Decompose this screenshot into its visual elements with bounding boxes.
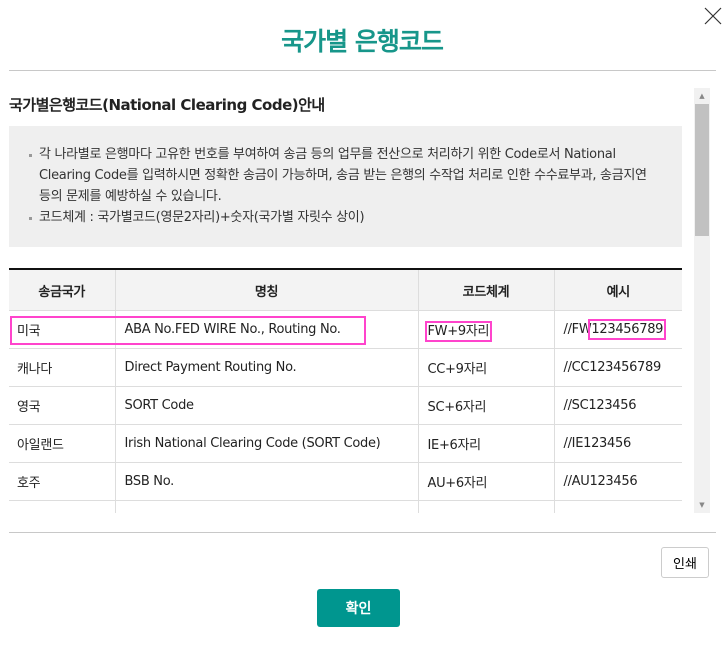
scroll-down-arrow-icon[interactable]: ▼	[694, 497, 710, 513]
clearing-code-table: 송금국가 명칭 코드체계 예시 미국 ABA No.FED WIRE No., R…	[9, 268, 682, 513]
cell-name: SORT Code	[114, 386, 418, 425]
cell-format: CC+9자리	[417, 348, 554, 387]
confirm-button[interactable]: 확인	[317, 589, 400, 627]
name-text: Direct Payment Routing No.	[124, 360, 297, 375]
table-row: 캐나다 Direct Payment Routing No. CC+9자리 //CC1…	[9, 348, 682, 387]
scroll-content[interactable]: 국가별은행코드(National Clearing Code)안내 각 나라별로…	[9, 88, 711, 513]
cell-example: //IE123456	[553, 424, 682, 463]
example-digits: 123456	[590, 512, 638, 513]
footer-divider	[9, 532, 716, 533]
example-prefix: //NZ	[564, 512, 591, 513]
cell-example: //AU123456	[553, 462, 682, 501]
info-item: 각 나라별로 은행마다 고유한 번호를 부여하여 송금 등의 업무를 전산으로 …	[29, 144, 662, 207]
example-prefix: //CC	[563, 360, 590, 375]
table-row: 호주 BSB No. AU+6자리 //AU123456	[9, 462, 682, 501]
cell-name: Irish National Clearing Code (SORT Code)	[114, 424, 418, 463]
cell-name: Direct Payment Routing No.	[114, 348, 418, 387]
country-text: 호주	[17, 476, 41, 491]
page-title: 국가별 은행코드	[281, 27, 444, 56]
country-text: 영국	[17, 400, 41, 415]
cell-example: //CC123456789	[553, 348, 682, 387]
country-text: 캐나다	[17, 362, 52, 377]
close-icon	[704, 7, 722, 25]
info-box: 각 나라별로 은행마다 고유한 번호를 부여하여 송금 등의 업무를 전산으로 …	[9, 126, 682, 247]
country-text: 미국	[17, 324, 41, 339]
cell-name: BSB No.	[114, 462, 418, 501]
cell-country: 캐나다	[9, 348, 115, 387]
example-digits: 123456	[588, 398, 637, 413]
example-digits: 123456789	[589, 360, 661, 375]
scrollbar-thumb[interactable]	[695, 104, 709, 236]
format-text: FW+9자리	[424, 321, 493, 342]
scrollbar[interactable]: ▲ ▼	[694, 88, 710, 513]
format-text: IE+6자리	[427, 438, 482, 453]
cell-example: //FW123456789	[553, 310, 682, 349]
name-text: National Clearing Code	[125, 512, 269, 513]
country-text: 아일랜드	[17, 438, 64, 453]
cell-country: 아일랜드	[9, 424, 115, 463]
table-row: 아일랜드 Irish National Clearing Code (SORT C…	[9, 424, 682, 463]
print-button[interactable]: 인쇄	[661, 547, 709, 578]
header-format: 코드체계	[417, 268, 554, 311]
example-digits: 123456	[589, 474, 638, 489]
cell-country: 미국	[9, 310, 366, 349]
cell-example: //SC123456	[553, 386, 682, 425]
example-prefix: //IE	[563, 436, 584, 451]
info-item: 코드체계 : 국가별코드(영문2자리)+숫자(국가별 자릿수 상이)	[29, 207, 662, 228]
cell-name: ABA No.FED WIRE No., Routing No.	[114, 310, 418, 349]
section-heading: 국가별은행코드(National Clearing Code)안내	[9, 96, 325, 114]
name-text: Irish National Clearing Code (SORT Code)	[124, 436, 381, 451]
cell-country: 호주	[9, 462, 115, 501]
cell-format: NZ+6자리	[417, 500, 554, 513]
header-divider	[9, 70, 716, 71]
cell-format: SC+6자리	[417, 386, 554, 425]
table-row: 뉴질랜드National Clearing CodeNZ+6자리//NZ1234…	[9, 500, 682, 513]
example-prefix: //AU	[563, 474, 590, 489]
scroll-up-arrow-icon[interactable]: ▲	[694, 88, 710, 104]
cell-example: //NZ123456	[553, 500, 682, 513]
cell-country: 영국	[9, 386, 115, 425]
cell-format: FW+9자리	[417, 310, 554, 349]
cell-country: 뉴질랜드	[9, 500, 115, 513]
format-text: CC+9자리	[427, 362, 488, 377]
format-text: SC+6자리	[427, 400, 487, 415]
close-button[interactable]	[703, 6, 723, 26]
cell-format: IE+6자리	[417, 424, 554, 463]
header-country: 송금국가	[9, 268, 115, 311]
name-text: BSB No.	[124, 474, 175, 489]
name-text: SORT Code	[124, 398, 195, 413]
table-row: 미국 ABA No.FED WIRE No., Routing No. FW+9자리…	[9, 310, 682, 349]
cell-format: AU+6자리	[417, 462, 554, 501]
cell-name: National Clearing Code	[114, 500, 418, 513]
example-prefix: //SC	[563, 398, 589, 413]
format-text: AU+6자리	[427, 476, 488, 491]
example-digits: 123456789	[588, 319, 667, 340]
example-digits: 123456	[583, 436, 631, 451]
header-example: 예시	[553, 268, 682, 311]
header-name: 명칭	[114, 268, 418, 311]
name-text: ABA No.FED WIRE No., Routing No.	[124, 322, 341, 337]
table-header-row: 송금국가 명칭 코드체계 예시	[9, 268, 682, 311]
example-prefix: //FW	[563, 322, 592, 337]
table-row: 영국 SORT Code SC+6자리 //SC123456	[9, 386, 682, 425]
